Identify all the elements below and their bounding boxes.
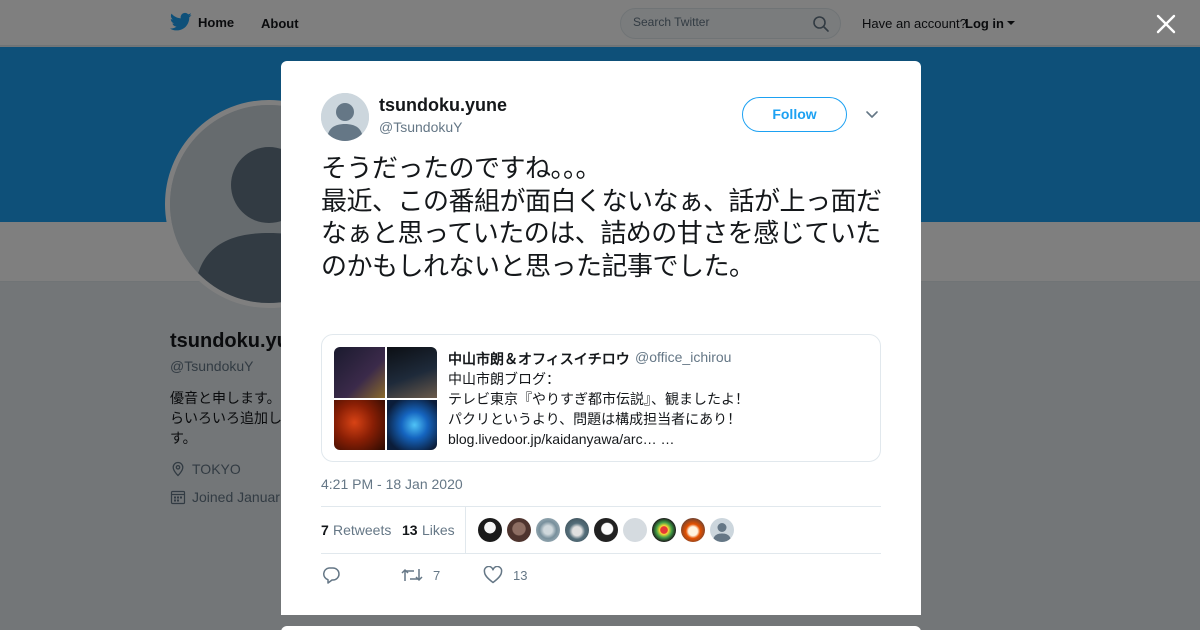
likes-label[interactable]: Likes: [422, 522, 455, 538]
liker-avatar[interactable]: [594, 518, 618, 542]
book-cover-image: [386, 347, 437, 398]
reply-button[interactable]: [321, 566, 341, 589]
liker-avatar[interactable]: [507, 518, 531, 542]
retweet-button[interactable]: 7: [401, 566, 440, 584]
quoted-tweet-text: 中山市朗ブログ： テレビ東京『やりすぎ都市伝説』、観ましたよ！ パクリというより…: [448, 371, 749, 447]
quoted-tweet[interactable]: 中山市朗＆オフィスイチロウ @office_ichirou 中山市朗ブログ： テ…: [321, 334, 881, 462]
liker-avatar[interactable]: [565, 518, 589, 542]
liker-avatars: [478, 518, 734, 542]
book-cover-image: [334, 347, 385, 398]
liker-avatar[interactable]: [710, 518, 734, 542]
liker-avatar[interactable]: [652, 518, 676, 542]
liker-avatar[interactable]: [623, 518, 647, 542]
close-icon: [1156, 14, 1176, 34]
liker-avatar[interactable]: [536, 518, 560, 542]
close-button[interactable]: [1152, 10, 1180, 38]
default-avatar-icon: [321, 93, 369, 141]
quoted-author-name: 中山市朗＆オフィスイチロウ: [448, 351, 630, 367]
tweet-actions: 7 13: [321, 564, 881, 588]
author-handle[interactable]: @TsundokuY: [379, 119, 462, 135]
tweet-stats: 7 Retweets 13 Likes: [321, 506, 881, 554]
follow-button[interactable]: Follow: [742, 97, 847, 132]
stats-divider: [465, 507, 466, 553]
quoted-author-handle: @office_ichirou: [635, 349, 732, 365]
tweet-timestamp[interactable]: 4:21 PM - 18 Jan 2020: [321, 476, 463, 492]
next-tweet-card: [281, 626, 921, 630]
tweet-text: そうだったのですね。。。 最近、この番組が面白くないなぁ、話が上っ面だなぁと思っ…: [321, 154, 882, 282]
reply-icon: [322, 567, 340, 584]
quoted-tweet-image[interactable]: [334, 347, 437, 450]
chevron-down-icon[interactable]: [865, 110, 879, 120]
retweets-label[interactable]: Retweets: [333, 522, 391, 538]
retweets-count[interactable]: 7: [321, 522, 329, 538]
book-cover-image: [386, 399, 437, 450]
like-action-count: 13: [513, 567, 528, 583]
retweet-icon: [401, 568, 423, 582]
liker-avatar[interactable]: [681, 518, 705, 542]
default-avatar-icon: [710, 518, 734, 542]
heart-icon: [483, 566, 503, 584]
book-cover-image: [334, 399, 385, 450]
tweet-modal: tsundoku.yune @TsundokuY Follow そうだったのです…: [281, 61, 921, 615]
like-button[interactable]: 13: [483, 566, 527, 584]
liker-avatar[interactable]: [478, 518, 502, 542]
author-avatar[interactable]: [321, 93, 369, 141]
retweet-action-count: 7: [433, 567, 441, 583]
author-name[interactable]: tsundoku.yune: [379, 95, 507, 116]
likes-count[interactable]: 13: [402, 522, 418, 538]
